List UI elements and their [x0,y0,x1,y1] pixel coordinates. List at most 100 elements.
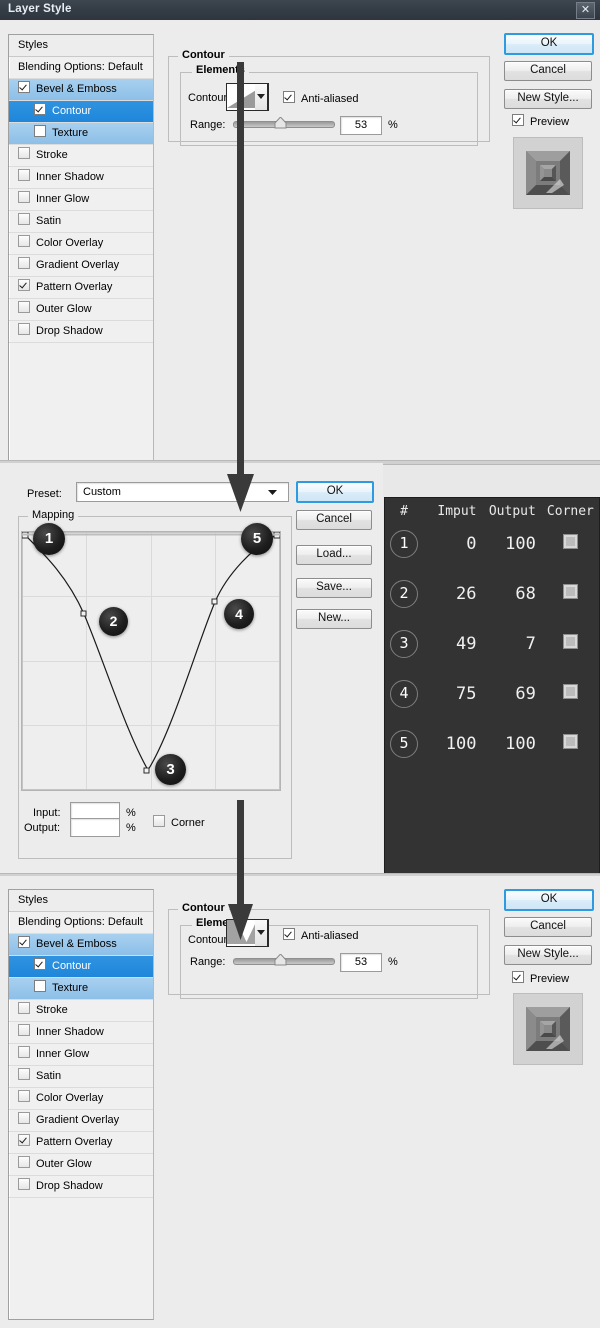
checkbox-9[interactable] [18,279,30,291]
corner-checkbox-row[interactable] [562,734,578,749]
checkbox-8[interactable] [18,257,30,269]
corner-checkbox-row[interactable] [562,584,578,599]
styles-item-pattern-overlay[interactable]: Pattern Overlay [9,1132,153,1154]
curve-point-5[interactable]: 5 [241,523,273,555]
col-header-corner: Corner [546,504,594,519]
output-field[interactable] [70,818,120,837]
checkbox-7[interactable] [18,235,30,247]
checkbox-7[interactable] [18,1090,30,1102]
editor-ok-button[interactable]: OK [296,481,374,503]
range-value-input-bottom[interactable]: 53 [340,953,382,972]
cancel-button-bottom[interactable]: Cancel [504,917,592,937]
checkbox-5[interactable] [18,1046,30,1058]
table-row[interactable]: 1 0 100 [385,519,599,569]
corner-checkbox-row[interactable] [562,534,578,549]
preview-checkbox-box-bottom[interactable] [512,971,524,983]
checkbox-9[interactable] [18,1134,30,1146]
styles-item-satin[interactable]: Satin [9,1066,153,1088]
anti-aliased-checkbox-box-top[interactable] [283,91,295,103]
contour-dropdown-top[interactable] [255,83,268,111]
preset-dropdown-button[interactable] [265,482,281,502]
table-row[interactable]: 2 26 68 [385,569,599,619]
styles-item-gradient-overlay[interactable]: Gradient Overlay [9,255,153,277]
curve-point-4[interactable]: 4 [224,599,254,629]
ok-button-top[interactable]: OK [504,33,594,55]
styles-item-blending-options-bottom[interactable]: Blending Options: Default [9,912,153,934]
styles-item-stroke[interactable]: Stroke [9,145,153,167]
range-slider-thumb-top[interactable] [274,116,287,129]
checkbox-2[interactable] [34,125,46,137]
range-slider-thumb-bottom[interactable] [274,953,287,966]
checkbox-4[interactable] [18,1024,30,1036]
editor-cancel-button[interactable]: Cancel [296,510,372,530]
checkbox-0[interactable] [18,936,30,948]
range-value-input-top[interactable]: 53 [340,116,382,135]
preview-checkbox-top[interactable]: Preview [512,114,569,128]
styles-item-gradient-overlay[interactable]: Gradient Overlay [9,1110,153,1132]
checkbox-8[interactable] [18,1112,30,1124]
editor-save-button[interactable]: Save... [296,578,372,598]
editor-load-button[interactable]: Load... [296,545,372,565]
curve-point-3[interactable]: 3 [155,754,186,785]
checkbox-10[interactable] [18,1156,30,1168]
preset-input[interactable]: Custom [76,482,289,502]
contour-dropdown-bottom[interactable] [255,919,268,947]
styles-item-drop-shadow[interactable]: Drop Shadow [9,1176,153,1198]
styles-item-bevel-emboss[interactable]: Bevel & Emboss [9,934,153,956]
mapping-curve-graph[interactable]: 1 2 3 4 5 [21,523,281,791]
table-row[interactable]: 5 100 100 [385,719,599,769]
close-icon[interactable]: ✕ [576,2,595,19]
styles-item-outer-glow[interactable]: Outer Glow [9,1154,153,1176]
ok-button-bottom[interactable]: OK [504,889,594,911]
new-style-button-bottom[interactable]: New Style... [504,945,592,965]
styles-item-inner-glow[interactable]: Inner Glow [9,1044,153,1066]
checkbox-0[interactable] [18,81,30,93]
checkbox-6[interactable] [18,1068,30,1080]
corner-checkbox[interactable]: Corner [153,815,205,829]
editor-new-button[interactable]: New... [296,609,372,629]
styles-item-contour[interactable]: Contour [9,101,153,123]
table-row[interactable]: 3 49 7 [385,619,599,669]
styles-item-satin[interactable]: Satin [9,211,153,233]
styles-list-bottom[interactable]: Styles Blending Options: Default Bevel &… [8,889,154,1320]
styles-list-top[interactable]: Styles Blending Options: Default Bevel &… [8,34,154,465]
curve-point-1[interactable]: 1 [33,523,65,555]
checkbox-6[interactable] [18,213,30,225]
styles-item-inner-shadow[interactable]: Inner Shadow [9,1022,153,1044]
checkbox-11[interactable] [18,323,30,335]
corner-checkbox-row[interactable] [562,634,578,649]
styles-item-blending-options[interactable]: Blending Options: Default [9,57,153,79]
checkbox-4[interactable] [18,169,30,181]
anti-aliased-checkbox-top[interactable]: Anti-aliased [283,91,358,105]
cancel-button-top[interactable]: Cancel [504,61,592,81]
styles-item-pattern-overlay[interactable]: Pattern Overlay [9,277,153,299]
styles-item-texture[interactable]: Texture [9,123,153,145]
checkbox-1[interactable] [34,958,46,970]
checkbox-10[interactable] [18,301,30,313]
anti-aliased-checkbox-bottom[interactable]: Anti-aliased [283,928,358,942]
checkbox-11[interactable] [18,1178,30,1190]
new-style-button-top[interactable]: New Style... [504,89,592,109]
preview-checkbox-bottom[interactable]: Preview [512,971,569,985]
styles-item-texture[interactable]: Texture [9,978,153,1000]
styles-item-color-overlay[interactable]: Color Overlay [9,233,153,255]
checkbox-1[interactable] [34,103,46,115]
corner-checkbox-row[interactable] [562,684,578,699]
styles-item-drop-shadow[interactable]: Drop Shadow [9,321,153,343]
preview-checkbox-box-top[interactable] [512,114,524,126]
checkbox-3[interactable] [18,147,30,159]
styles-item-contour[interactable]: Contour [9,956,153,978]
styles-item-inner-glow[interactable]: Inner Glow [9,189,153,211]
styles-item-color-overlay[interactable]: Color Overlay [9,1088,153,1110]
table-row[interactable]: 4 75 69 [385,669,599,719]
anti-aliased-checkbox-box-bottom[interactable] [283,928,295,940]
styles-item-stroke[interactable]: Stroke [9,1000,153,1022]
corner-checkbox-box[interactable] [153,815,165,827]
styles-item-outer-glow[interactable]: Outer Glow [9,299,153,321]
checkbox-5[interactable] [18,191,30,203]
styles-item-bevel-emboss[interactable]: Bevel & Emboss [9,79,153,101]
checkbox-3[interactable] [18,1002,30,1014]
styles-item-inner-shadow[interactable]: Inner Shadow [9,167,153,189]
curve-point-2[interactable]: 2 [99,607,128,636]
checkbox-2[interactable] [34,980,46,992]
